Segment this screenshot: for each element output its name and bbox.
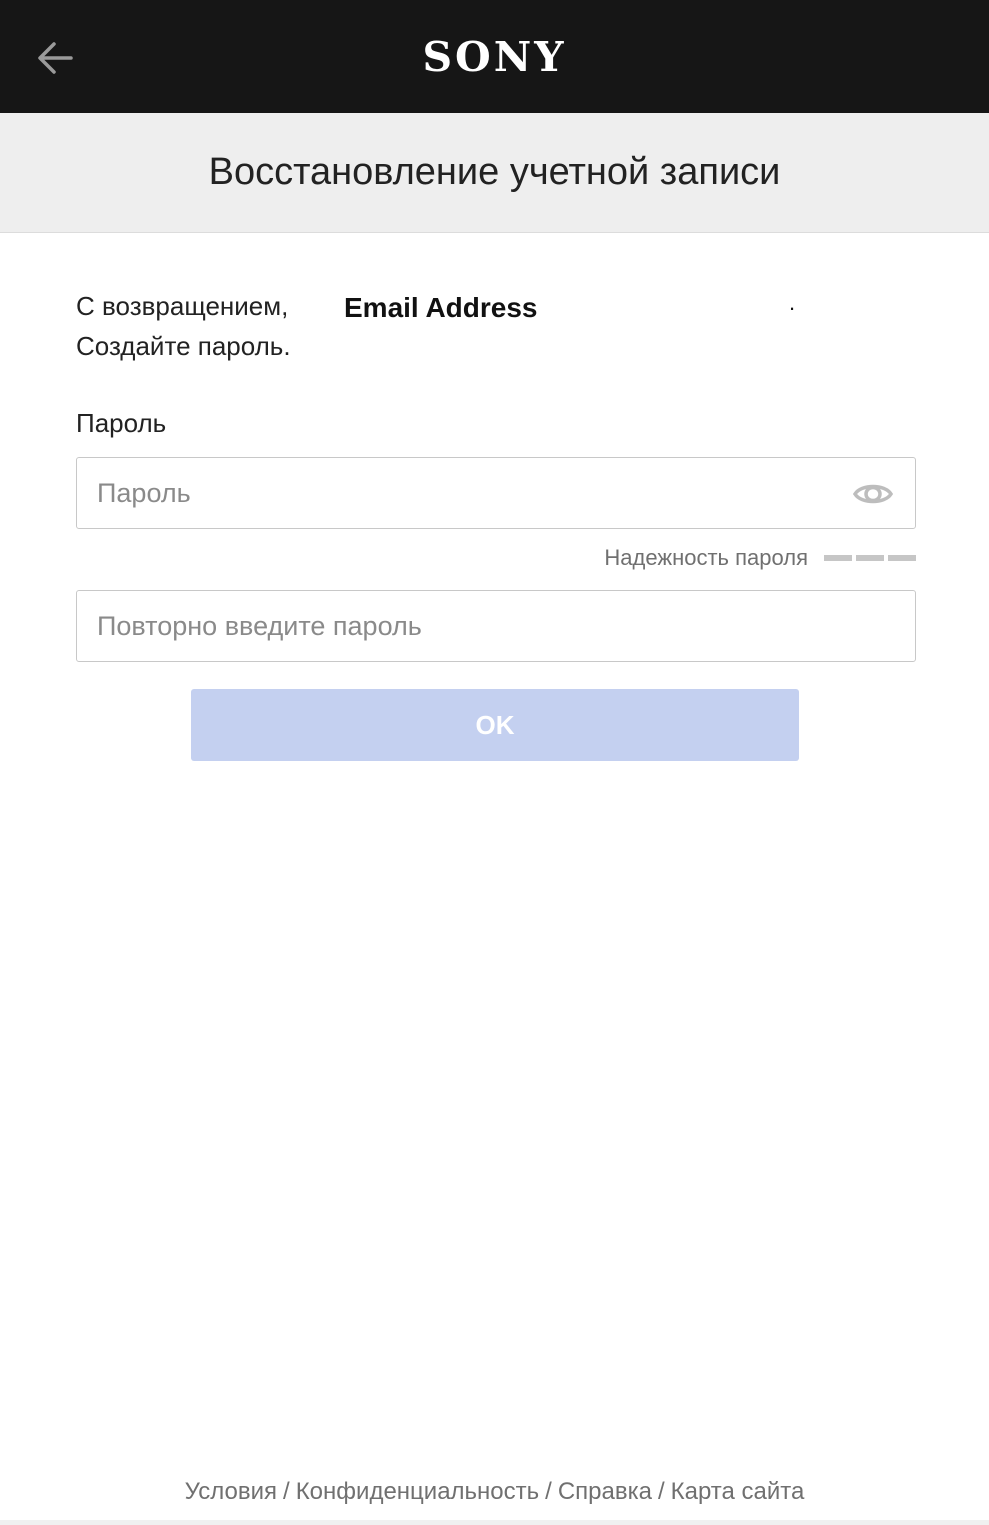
sony-logo: SONY [422,33,567,81]
footer-separator: / [545,1478,552,1505]
bottom-divider [0,1520,989,1525]
strength-segment [856,555,884,561]
create-password-line: Создайте пароль. [76,331,291,361]
password-field [76,457,916,529]
password-strength-label: Надежность пароля [604,545,808,570]
confirm-password-input[interactable] [77,591,915,661]
title-band: Восстановление учетной записи [0,113,989,233]
password-strength: Надежность пароля [604,545,916,571]
password-input[interactable] [77,458,915,528]
show-password-button[interactable] [851,476,895,512]
footer-links: Условия / Конфиденциальность / Справка / Карта… [0,1478,989,1506]
account-email: Email Address [344,292,538,323]
top-bar: SONY [0,0,989,113]
ok-button[interactable]: OK [191,689,799,761]
sitemap-link[interactable]: Карта сайта [671,1478,805,1505]
email-trailing-dot: . [789,290,796,315]
password-label: Пароль [76,408,167,438]
welcome-text: С возвращением, Создайте пароль. [76,286,291,366]
help-link[interactable]: Справка [558,1478,652,1505]
strength-segment [888,555,916,561]
page-title: Восстановление учетной записи [208,151,781,193]
confirm-password-field [76,590,916,662]
welcome-line: С возвращением, [76,291,289,321]
footer-separator: / [657,1478,665,1505]
privacy-link[interactable]: Конфиденциальность [296,1478,539,1505]
terms-link[interactable]: Условия [185,1478,277,1505]
strength-segment [824,555,852,561]
footer-separator: / [283,1478,290,1505]
eye-icon [853,484,893,504]
